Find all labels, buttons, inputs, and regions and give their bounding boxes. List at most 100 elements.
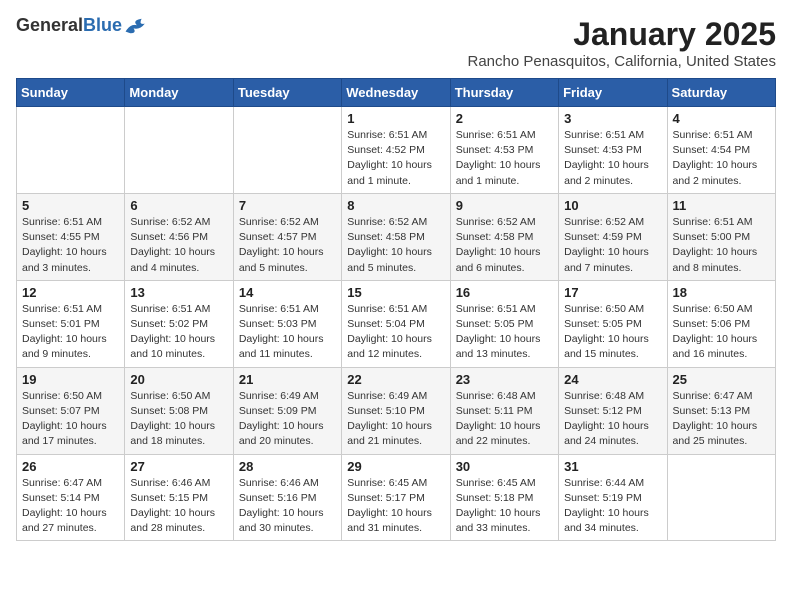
day-number: 5 [22, 198, 119, 213]
calendar-cell [125, 107, 233, 194]
day-number: 2 [456, 111, 553, 126]
calendar-cell: 11 Sunrise: 6:51 AM Sunset: 5:00 PM Dayli… [667, 193, 775, 280]
calendar-cell [233, 107, 341, 194]
day-number: 12 [22, 285, 119, 300]
calendar-cell: 29 Sunrise: 6:45 AM Sunset: 5:17 PM Dayli… [342, 454, 450, 541]
day-number: 25 [673, 372, 770, 387]
calendar-cell: 25 Sunrise: 6:47 AM Sunset: 5:13 PM Dayli… [667, 367, 775, 454]
calendar-cell: 3 Sunrise: 6:51 AM Sunset: 4:53 PM Daylig… [559, 107, 667, 194]
day-info: Sunrise: 6:47 AM Sunset: 5:13 PM Dayligh… [673, 389, 770, 450]
day-number: 11 [673, 198, 770, 213]
day-info: Sunrise: 6:45 AM Sunset: 5:17 PM Dayligh… [347, 476, 444, 537]
calendar-cell: 31Sunrise: 6:44 AM Sunset: 5:19 PM Dayli… [559, 454, 667, 541]
logo-blue-text: Blue [83, 15, 122, 35]
calendar-cell: 9 Sunrise: 6:52 AM Sunset: 4:58 PM Daylig… [450, 193, 558, 280]
calendar-cell: 10Sunrise: 6:52 AM Sunset: 4:59 PM Dayli… [559, 193, 667, 280]
calendar-table: SundayMondayTuesdayWednesdayThursdayFrid… [16, 78, 776, 541]
day-number: 1 [347, 111, 444, 126]
week-row-1: 1 Sunrise: 6:51 AM Sunset: 4:52 PM Daylig… [17, 107, 776, 194]
day-number: 3 [564, 111, 661, 126]
calendar-cell [17, 107, 125, 194]
day-info: Sunrise: 6:49 AM Sunset: 5:10 PM Dayligh… [347, 389, 444, 450]
calendar-cell: 27 Sunrise: 6:46 AM Sunset: 5:15 PM Dayli… [125, 454, 233, 541]
day-number: 24 [564, 372, 661, 387]
logo-bird-icon [124, 17, 148, 35]
day-info: Sunrise: 6:51 AM Sunset: 5:00 PM Dayligh… [673, 215, 770, 276]
calendar-cell: 20Sunrise: 6:50 AM Sunset: 5:08 PM Dayli… [125, 367, 233, 454]
day-info: Sunrise: 6:51 AM Sunset: 5:01 PM Dayligh… [22, 302, 119, 363]
calendar-cell: 26Sunrise: 6:47 AM Sunset: 5:14 PM Dayli… [17, 454, 125, 541]
day-info: Sunrise: 6:50 AM Sunset: 5:05 PM Dayligh… [564, 302, 661, 363]
calendar-cell [667, 454, 775, 541]
day-number: 7 [239, 198, 336, 213]
day-number: 18 [673, 285, 770, 300]
calendar-cell: 14 Sunrise: 6:51 AM Sunset: 5:03 PM Dayli… [233, 280, 341, 367]
day-number: 10 [564, 198, 661, 213]
calendar-cell: 12 Sunrise: 6:51 AM Sunset: 5:01 PM Dayli… [17, 280, 125, 367]
day-info: Sunrise: 6:51 AM Sunset: 5:04 PM Dayligh… [347, 302, 444, 363]
day-number: 20 [130, 372, 227, 387]
day-number: 14 [239, 285, 336, 300]
calendar-cell: 16Sunrise: 6:51 AM Sunset: 5:05 PM Dayli… [450, 280, 558, 367]
day-info: Sunrise: 6:52 AM Sunset: 4:57 PM Dayligh… [239, 215, 336, 276]
day-number: 8 [347, 198, 444, 213]
day-number: 15 [347, 285, 444, 300]
weekday-header-wednesday: Wednesday [342, 79, 450, 107]
day-info: Sunrise: 6:49 AM Sunset: 5:09 PM Dayligh… [239, 389, 336, 450]
day-info: Sunrise: 6:51 AM Sunset: 4:55 PM Dayligh… [22, 215, 119, 276]
day-info: Sunrise: 6:45 AM Sunset: 5:18 PM Dayligh… [456, 476, 553, 537]
day-info: Sunrise: 6:51 AM Sunset: 4:53 PM Dayligh… [564, 128, 661, 189]
week-row-4: 19Sunrise: 6:50 AM Sunset: 5:07 PM Dayli… [17, 367, 776, 454]
day-info: Sunrise: 6:46 AM Sunset: 5:15 PM Dayligh… [130, 476, 227, 537]
logo-general-text: General [16, 15, 83, 35]
day-number: 28 [239, 459, 336, 474]
day-number: 4 [673, 111, 770, 126]
day-number: 9 [456, 198, 553, 213]
logo: GeneralBlue [16, 16, 148, 36]
day-info: Sunrise: 6:48 AM Sunset: 5:12 PM Dayligh… [564, 389, 661, 450]
day-info: Sunrise: 6:47 AM Sunset: 5:14 PM Dayligh… [22, 476, 119, 537]
day-info: Sunrise: 6:50 AM Sunset: 5:07 PM Dayligh… [22, 389, 119, 450]
calendar-cell: 19Sunrise: 6:50 AM Sunset: 5:07 PM Dayli… [17, 367, 125, 454]
day-number: 21 [239, 372, 336, 387]
day-info: Sunrise: 6:51 AM Sunset: 4:52 PM Dayligh… [347, 128, 444, 189]
calendar-cell: 4 Sunrise: 6:51 AM Sunset: 4:54 PM Daylig… [667, 107, 775, 194]
calendar-cell: 7 Sunrise: 6:52 AM Sunset: 4:57 PM Daylig… [233, 193, 341, 280]
day-number: 17 [564, 285, 661, 300]
day-info: Sunrise: 6:52 AM Sunset: 4:58 PM Dayligh… [347, 215, 444, 276]
weekday-header-tuesday: Tuesday [233, 79, 341, 107]
week-row-5: 26Sunrise: 6:47 AM Sunset: 5:14 PM Dayli… [17, 454, 776, 541]
calendar-cell: 24 Sunrise: 6:48 AM Sunset: 5:12 PM Dayli… [559, 367, 667, 454]
day-number: 13 [130, 285, 227, 300]
day-info: Sunrise: 6:48 AM Sunset: 5:11 PM Dayligh… [456, 389, 553, 450]
weekday-header-friday: Friday [559, 79, 667, 107]
calendar-cell: 30Sunrise: 6:45 AM Sunset: 5:18 PM Dayli… [450, 454, 558, 541]
day-info: Sunrise: 6:52 AM Sunset: 4:58 PM Dayligh… [456, 215, 553, 276]
location-subtitle: Rancho Penasquitos, California, United S… [467, 53, 776, 70]
calendar-cell: 2 Sunrise: 6:51 AM Sunset: 4:53 PM Daylig… [450, 107, 558, 194]
title-section: January 2025 Rancho Penasquitos, Califor… [467, 16, 776, 70]
calendar-cell: 8 Sunrise: 6:52 AM Sunset: 4:58 PM Daylig… [342, 193, 450, 280]
calendar-cell: 23 Sunrise: 6:48 AM Sunset: 5:11 PM Dayli… [450, 367, 558, 454]
calendar-cell: 1 Sunrise: 6:51 AM Sunset: 4:52 PM Daylig… [342, 107, 450, 194]
day-info: Sunrise: 6:51 AM Sunset: 4:53 PM Dayligh… [456, 128, 553, 189]
day-info: Sunrise: 6:51 AM Sunset: 5:03 PM Dayligh… [239, 302, 336, 363]
day-info: Sunrise: 6:52 AM Sunset: 4:56 PM Dayligh… [130, 215, 227, 276]
weekday-header-thursday: Thursday [450, 79, 558, 107]
day-info: Sunrise: 6:44 AM Sunset: 5:19 PM Dayligh… [564, 476, 661, 537]
day-info: Sunrise: 6:50 AM Sunset: 5:06 PM Dayligh… [673, 302, 770, 363]
day-info: Sunrise: 6:51 AM Sunset: 4:54 PM Dayligh… [673, 128, 770, 189]
calendar-cell: 17 Sunrise: 6:50 AM Sunset: 5:05 PM Dayli… [559, 280, 667, 367]
calendar-cell: 13Sunrise: 6:51 AM Sunset: 5:02 PM Dayli… [125, 280, 233, 367]
day-number: 22 [347, 372, 444, 387]
day-number: 23 [456, 372, 553, 387]
day-info: Sunrise: 6:51 AM Sunset: 5:05 PM Dayligh… [456, 302, 553, 363]
calendar-cell: 5 Sunrise: 6:51 AM Sunset: 4:55 PM Daylig… [17, 193, 125, 280]
page-header: GeneralBlue January 2025 Rancho Penasqui… [16, 16, 776, 70]
week-row-3: 12 Sunrise: 6:51 AM Sunset: 5:01 PM Dayli… [17, 280, 776, 367]
weekday-header-row: SundayMondayTuesdayWednesdayThursdayFrid… [17, 79, 776, 107]
day-number: 29 [347, 459, 444, 474]
calendar-cell: 28 Sunrise: 6:46 AM Sunset: 5:16 PM Dayli… [233, 454, 341, 541]
day-number: 27 [130, 459, 227, 474]
day-info: Sunrise: 6:46 AM Sunset: 5:16 PM Dayligh… [239, 476, 336, 537]
